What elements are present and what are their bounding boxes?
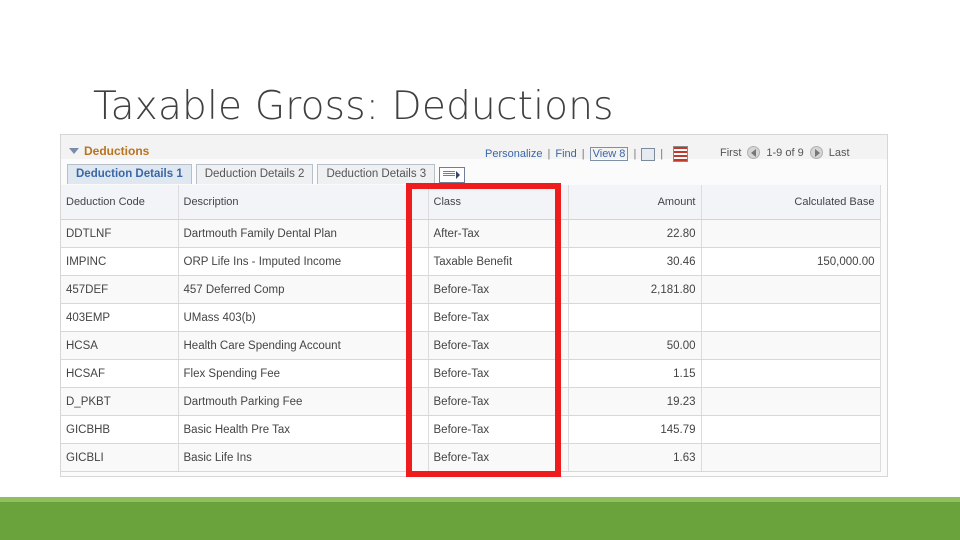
show-all-columns-icon[interactable] (439, 167, 466, 183)
column-header-description[interactable]: Description (178, 185, 429, 220)
personalize-link[interactable]: Personalize (485, 148, 542, 160)
cell-deduction-code: GICBLI (61, 443, 179, 472)
previous-row-icon[interactable] (747, 146, 761, 159)
tab-deduction-details-2[interactable]: Deduction Details 2 (195, 164, 314, 184)
separator: | (547, 148, 551, 160)
cell-calculated-base (701, 415, 881, 444)
cell-description: Basic Health Pre Tax (178, 415, 429, 444)
cell-amount: 50.00 (568, 331, 702, 360)
cell-calculated-base (701, 359, 881, 388)
cell-description: ORP Life Ins - Imputed Income (178, 247, 429, 276)
grid-header: Deductions Personalize | Find | View 8 |… (61, 135, 887, 162)
column-header-calculated-base[interactable]: Calculated Base (701, 185, 881, 220)
download-excel-icon[interactable] (673, 146, 689, 162)
grid-toolbar: Personalize | Find | View 8 | | (485, 146, 689, 162)
next-row-icon[interactable] (809, 146, 823, 159)
cell-deduction-code: GICBHB (61, 415, 179, 444)
cell-calculated-base: 150,000.00 (701, 247, 881, 276)
view-all-link[interactable]: View 8 (589, 147, 629, 161)
cell-calculated-base (701, 331, 881, 360)
cell-description: Flex Spending Fee (178, 359, 429, 388)
cell-description: UMass 403(b) (178, 303, 429, 332)
cell-deduction-code: 403EMP (61, 303, 179, 332)
cell-amount: 145.79 (568, 415, 702, 444)
cell-amount: 1.63 (568, 443, 702, 472)
zoom-grid-icon[interactable] (641, 147, 656, 161)
footer-accent-bar (0, 497, 960, 540)
tab-deduction-details-3[interactable]: Deduction Details 3 (317, 164, 436, 184)
class-column-highlight-box (406, 183, 561, 477)
cell-deduction-code: 457DEF (61, 275, 179, 304)
grid-title-label: Deductions (84, 144, 150, 158)
cell-description: 457 Deferred Comp (178, 275, 429, 304)
cell-calculated-base (701, 303, 881, 332)
grid-tabs: Deduction Details 1 Deduction Details 2 … (67, 164, 466, 184)
cell-amount: 2,181.80 (568, 275, 702, 304)
cell-description: Dartmouth Family Dental Plan (178, 219, 429, 248)
grid-pagination: First 1-9 of 9 Last (720, 146, 850, 159)
cell-deduction-code: HCSAF (61, 359, 179, 388)
footer-accent-highlight (0, 497, 960, 502)
first-link[interactable]: First (720, 147, 741, 159)
column-header-deduction-code[interactable]: Deduction Code (61, 185, 179, 220)
separator: | (633, 148, 637, 160)
cell-deduction-code: DDTLNF (61, 219, 179, 248)
cell-calculated-base (701, 275, 881, 304)
cell-amount: 22.80 (568, 219, 702, 248)
cell-description: Basic Life Ins (178, 443, 429, 472)
tab-deduction-details-1[interactable]: Deduction Details 1 (67, 164, 192, 184)
find-link[interactable]: Find (555, 148, 576, 160)
separator: | (581, 148, 585, 160)
cell-amount: 30.46 (568, 247, 702, 276)
cell-deduction-code: IMPINC (61, 247, 179, 276)
cell-amount (568, 303, 702, 332)
cell-description: Dartmouth Parking Fee (178, 387, 429, 416)
slide-title: Taxable Gross: Deductions (93, 84, 614, 129)
row-range: 1-9 of 9 (766, 146, 804, 159)
cell-description: Health Care Spending Account (178, 331, 429, 360)
column-header-amount[interactable]: Amount (568, 185, 702, 220)
grid-title[interactable]: Deductions (69, 144, 149, 158)
cell-deduction-code: HCSA (61, 331, 179, 360)
last-link[interactable]: Last (829, 147, 850, 159)
separator: | (660, 148, 664, 160)
cell-deduction-code: D_PKBT (61, 387, 179, 416)
cell-calculated-base (701, 443, 881, 472)
cell-calculated-base (701, 219, 881, 248)
cell-amount: 19.23 (568, 387, 702, 416)
collapse-triangle-icon[interactable] (69, 148, 79, 154)
cell-calculated-base (701, 387, 881, 416)
cell-amount: 1.15 (568, 359, 702, 388)
